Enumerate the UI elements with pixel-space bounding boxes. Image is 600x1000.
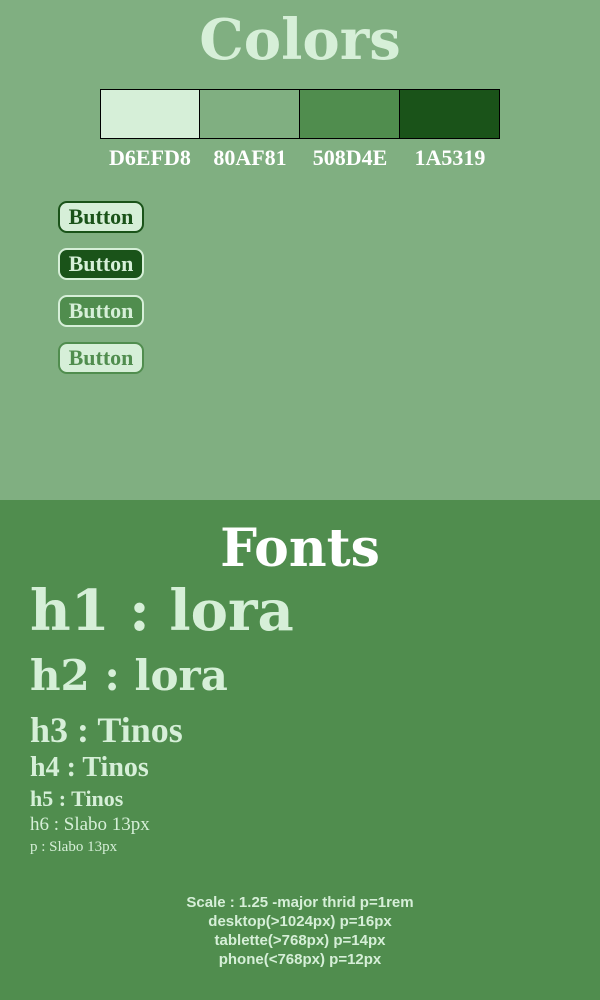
- color-swatch: [300, 89, 400, 139]
- color-swatches: [100, 89, 500, 139]
- button-dark[interactable]: Button: [58, 248, 144, 280]
- paragraph-sample: p : Slabo 13px: [30, 839, 118, 855]
- h3-sample: h3 : Tinos: [30, 710, 183, 750]
- h1-sample: h1 : lora: [30, 578, 294, 644]
- fonts-title: Fonts: [220, 518, 380, 579]
- h5-sample: h5 : Tinos: [30, 786, 124, 811]
- scale-note-line: Scale : 1.25 -major thrid p=1rem: [186, 894, 414, 911]
- scale-note-line: phone(<768px) p=12px: [218, 951, 382, 968]
- color-swatch: [100, 89, 200, 139]
- fonts-section: Fonts h1 : lora h2 : lora h3 : Tinos h4 …: [0, 500, 600, 1000]
- h2-sample: h2 : lora: [30, 651, 228, 700]
- button-light[interactable]: Button: [58, 201, 144, 233]
- scale-note-line: desktop(>1024px) p=16px: [208, 913, 392, 930]
- swatch-label: 508D4E: [312, 145, 388, 170]
- color-swatch: [400, 89, 500, 139]
- button-medium[interactable]: Button: [58, 295, 144, 327]
- color-swatch: [200, 89, 300, 139]
- swatch-label: 80AF81: [213, 145, 287, 170]
- h6-sample: h6 : Slabo 13px: [30, 814, 150, 835]
- scale-notes: Scale : 1.25 -major thrid p=1rem desktop…: [0, 893, 600, 969]
- swatch-labels: D6EFD8 80AF81 508D4E 1A5319: [100, 144, 500, 172]
- scale-note-line: tablette(>768px) p=14px: [214, 932, 386, 949]
- swatch-label: D6EFD8: [109, 145, 191, 170]
- button-light-outline[interactable]: Button: [58, 342, 144, 374]
- colors-section: Colors D6EFD8 80AF81 508D4E 1A5319 Butto…: [0, 0, 600, 500]
- colors-title: Colors: [199, 7, 401, 73]
- h4-sample: h4 : Tinos: [30, 752, 149, 783]
- swatch-label: 1A5319: [414, 145, 486, 170]
